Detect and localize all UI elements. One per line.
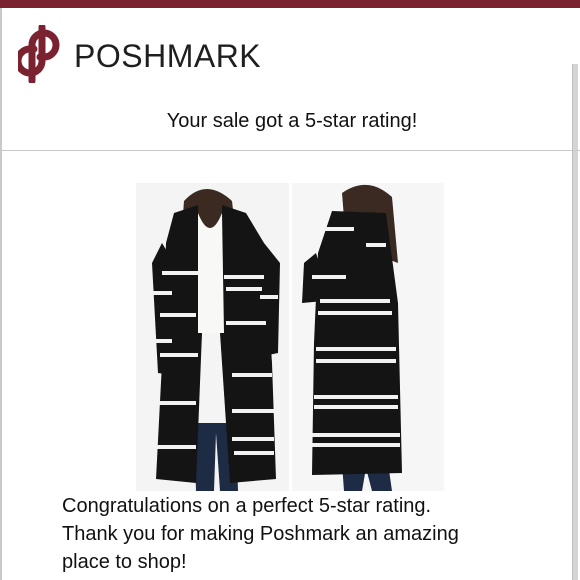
message-line-1: Congratulations on a perfect 5-star rati… [62,495,432,517]
message-line-2: Thank you for making Poshmark an amazing [62,523,459,545]
email-header: POSHMARK [2,8,572,88]
scrollbar[interactable] [572,64,578,580]
message-line-3: place to shop! [62,551,187,573]
product-image[interactable] [136,183,444,491]
header-divider [0,150,580,151]
front-view-photo [136,183,290,491]
top-accent-bar [0,0,580,8]
congratulations-message: Congratulations on a perfect 5-star rati… [62,492,562,576]
side-view-photo [292,183,444,491]
window-left-edge [0,8,2,580]
email-headline: Your sale got a 5-star rating! [166,110,418,132]
brand-name[interactable]: POSHMARK [74,38,261,75]
poshmark-logo-icon[interactable] [18,25,64,83]
